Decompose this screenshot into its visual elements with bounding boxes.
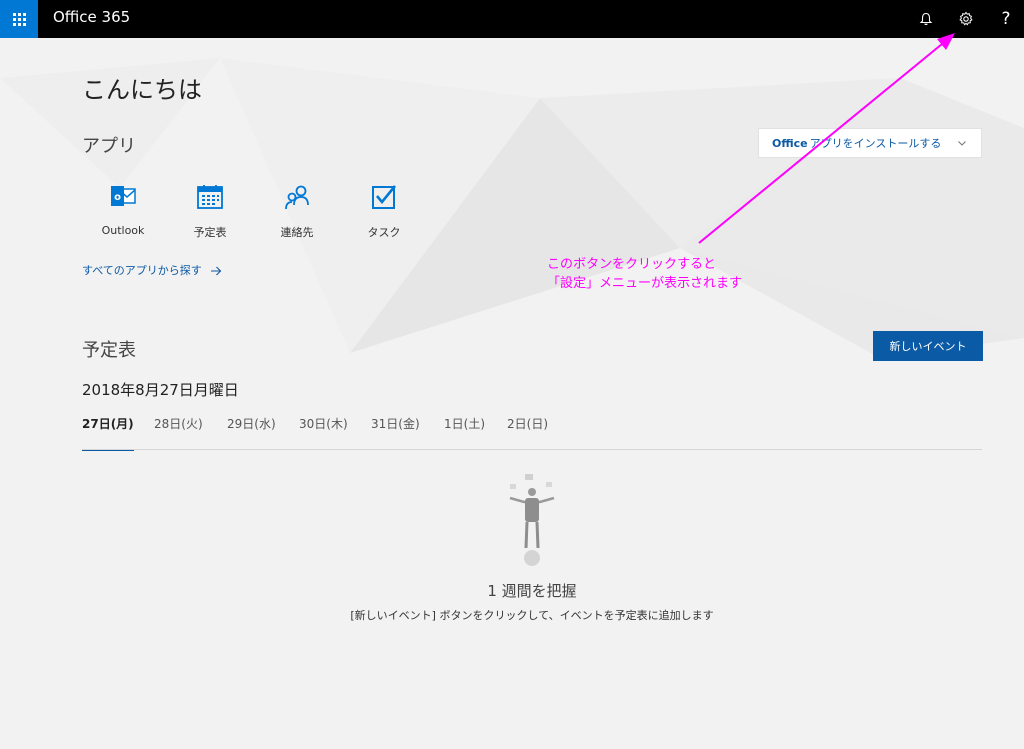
app-label-tasks: タスク: [367, 226, 401, 239]
juggling-person-illustration: [509, 474, 555, 566]
new-event-button[interactable]: 新しいイベント: [873, 331, 983, 361]
empty-state-description: [新しいイベント] ボタンをクリックして、イベントを予定表に追加します: [350, 609, 714, 622]
apps-section-title: アプリ: [82, 136, 136, 157]
chevron-down-icon: [958, 141, 966, 146]
outlook-icon: o: [111, 186, 136, 206]
arrow-right-icon: [211, 266, 222, 276]
all-apps-label: すべてのアプリから探す: [82, 264, 202, 277]
all-apps-link[interactable]: すべてのアプリから探す: [82, 262, 222, 278]
day-tab[interactable]: 2日(日): [507, 415, 548, 432]
app-people[interactable]: 連絡先: [262, 182, 332, 240]
annotation-line-2: 「設定」メニューが表示されます: [547, 276, 743, 291]
app-label-outlook: Outlook: [101, 224, 145, 237]
empty-state-title: 1 週間を把握: [487, 582, 577, 600]
app-tasks[interactable]: タスク: [349, 182, 419, 240]
day-tab[interactable]: 30日(木): [299, 415, 348, 432]
date-heading: 2018年8月27日月曜日: [82, 381, 239, 399]
app-label-people: 連絡先: [280, 226, 314, 239]
install-label: アプリをインストールする: [809, 137, 942, 150]
install-office-button[interactable]: Office アプリをインストールする: [758, 128, 982, 158]
day-tab[interactable]: 1日(土): [444, 415, 485, 432]
calendar-icon: [197, 185, 223, 209]
app-outlook[interactable]: o Outlook: [88, 182, 158, 237]
annotation-arrow: [698, 33, 955, 244]
greeting-heading: こんにちは: [82, 76, 202, 104]
app-label-calendar: 予定表: [193, 226, 227, 239]
install-brand: Office: [772, 136, 808, 150]
day-tab[interactable]: 29日(水): [227, 415, 276, 432]
day-tab[interactable]: 28日(火): [154, 415, 203, 432]
annotation-text: このボタンをクリックすると 「設定」メニューが表示されます: [547, 255, 742, 293]
tasks-icon: [372, 185, 397, 209]
svg-text:o: o: [114, 192, 121, 203]
day-tab[interactable]: 27日(月): [82, 415, 134, 432]
people-icon: [285, 185, 309, 210]
tabs-divider: [82, 449, 982, 450]
annotation-line-1: このボタンをクリックすると: [547, 257, 717, 272]
app-calendar[interactable]: 予定表: [175, 182, 245, 240]
day-tab[interactable]: 31日(金): [371, 415, 420, 432]
calendar-section-title: 予定表: [82, 340, 136, 361]
